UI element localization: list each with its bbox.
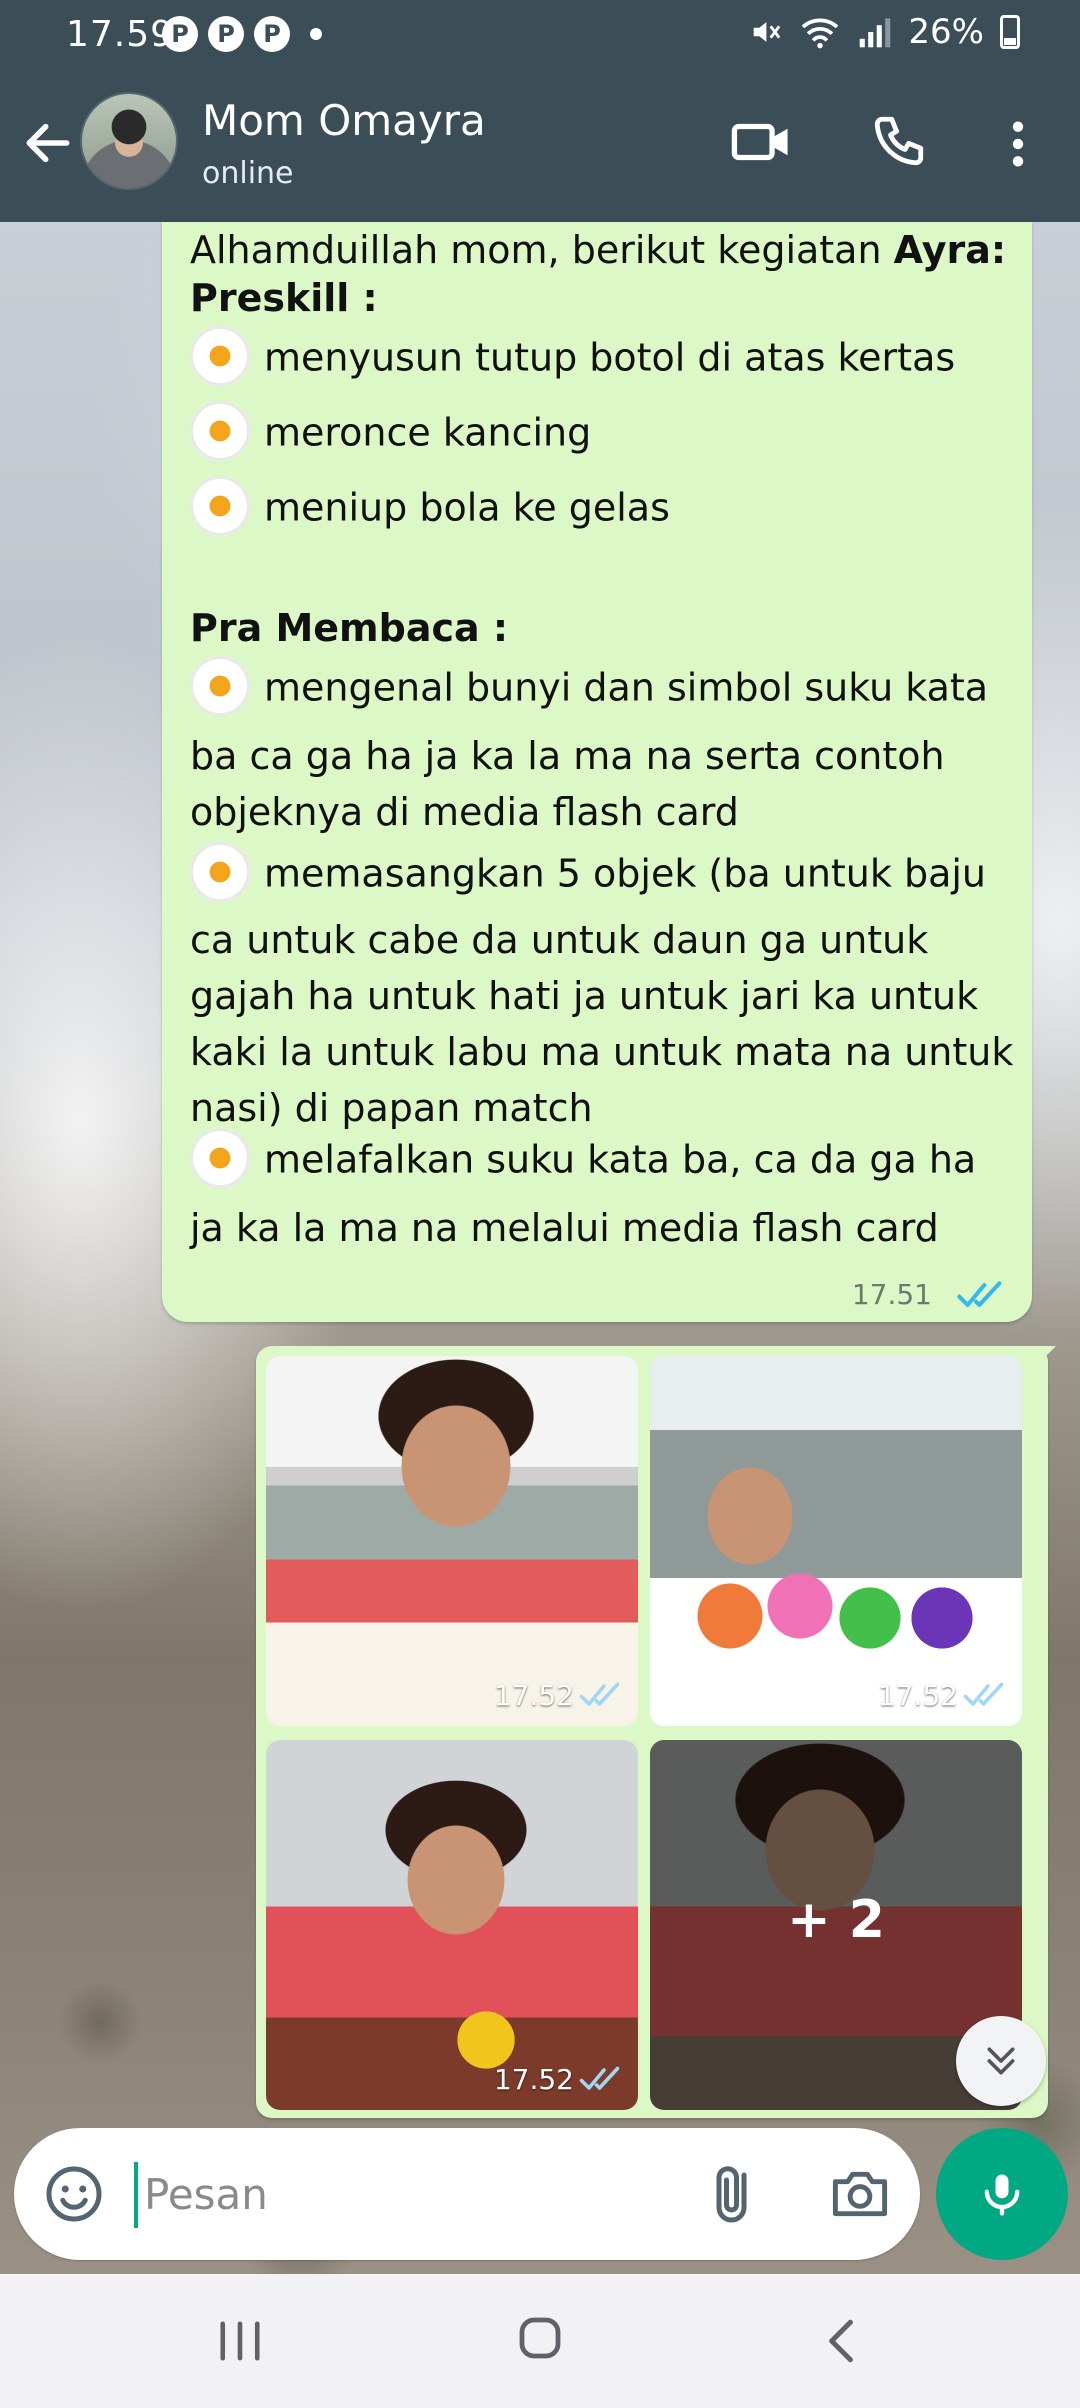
double-check-icon: [957, 1281, 1002, 1307]
message-input[interactable]: [144, 2158, 664, 2230]
message-bubble[interactable]: Alhamduillah mom, berikut kegiatan Ayra:…: [162, 222, 1032, 1322]
flower-icon: [190, 842, 250, 902]
pinterest-icon: P: [208, 16, 244, 52]
back-icon[interactable]: [20, 115, 76, 171]
more-notifications-icon: [310, 28, 322, 40]
list-item-continuation: objeknya di media flash card: [190, 790, 739, 834]
battery-percent: 26%: [908, 12, 984, 52]
photo-time: 17.52: [493, 2063, 574, 2096]
message-line: Alhamduillah mom, berikut kegiatan Ayra:: [190, 228, 1006, 272]
menu-icon[interactable]: [998, 118, 1038, 170]
photo-thumbnail[interactable]: 17.52: [266, 1740, 638, 2110]
message-time: 17.51: [851, 1278, 932, 1311]
list-item-continuation: ca untuk cabe da untuk daun ga untuk: [190, 918, 929, 962]
double-check-icon: [963, 1682, 1004, 1706]
contact-status: online: [202, 156, 294, 191]
signal-icon: [860, 18, 891, 48]
list-item: memasangkan 5 objek (ba untuk baju: [190, 842, 986, 906]
mute-icon: [754, 22, 781, 42]
list-item-continuation: gajah ha untuk hati ja untuk jari ka unt…: [190, 974, 979, 1018]
home-icon[interactable]: [516, 2314, 564, 2362]
voice-record-button[interactable]: [936, 2128, 1068, 2260]
flower-icon: [190, 401, 250, 461]
photo-album-bubble: 17.52 17.52 17.52 + 2: [256, 1346, 1048, 2118]
list-item: mengenal bunyi dan simbol suku kata: [190, 656, 988, 720]
flower-icon: [190, 656, 250, 716]
photo-time: 17.52: [493, 1679, 574, 1712]
status-time: 17.59: [66, 14, 175, 55]
section-heading: Preskill :: [190, 276, 378, 320]
nav-back-icon[interactable]: [820, 2316, 860, 2366]
photo-thumbnail[interactable]: 17.52: [650, 1356, 1022, 1726]
list-item: menyusun tutup botol di atas kertas: [190, 326, 955, 390]
child-name: Ayra:: [893, 228, 1007, 272]
double-check-icon: [579, 2066, 620, 2090]
list-item: melafalkan suku kata ba, ca da ga ha: [190, 1128, 976, 1192]
camera-icon[interactable]: [828, 2164, 892, 2224]
avatar[interactable]: [80, 92, 178, 190]
status-bar: 17.59 P P P 26%: [0, 0, 1080, 72]
section-heading: Pra Membaca :: [190, 606, 509, 650]
flower-icon: [190, 476, 250, 536]
message-composer: [14, 2128, 920, 2260]
list-item-continuation: ba ca ga ha ja ka la ma na serta contoh: [190, 734, 945, 778]
pinterest-icon: P: [162, 16, 198, 52]
list-item-continuation: kaki la untuk labu ma untuk mata na untu…: [190, 1030, 1014, 1074]
pinterest-icon: P: [254, 16, 290, 52]
chat-header: 17.59 P P P 26% Mom Omayra online: [0, 0, 1080, 222]
battery-icon: [1000, 15, 1020, 49]
text-cursor: [134, 2162, 138, 2228]
video-icon[interactable]: [730, 114, 792, 170]
greeting-text: Alhamduillah mom, berikut kegiatan: [190, 228, 882, 272]
contact-name[interactable]: Mom Omayra: [202, 96, 486, 145]
notification-icons: P P P: [162, 16, 322, 52]
system-nav-bar: [0, 2274, 1080, 2408]
flower-icon: [190, 326, 250, 386]
photo-time: 17.52: [877, 1679, 958, 1712]
status-right: 26%: [748, 12, 1020, 52]
double-check-icon: [579, 1682, 620, 1706]
more-photos-count: + 2: [787, 1890, 885, 1950]
scroll-to-bottom-button[interactable]: [956, 2016, 1046, 2106]
photo-thumbnail[interactable]: 17.52: [266, 1356, 638, 1726]
list-item-continuation: ja ka la ma na melalui media flash card: [190, 1206, 939, 1250]
attach-icon[interactable]: [704, 2160, 764, 2230]
chevron-double-down-icon: [987, 2047, 1015, 2075]
list-item-continuation: nasi) di papan match: [190, 1086, 593, 1130]
list-item: meronce kancing: [190, 401, 591, 465]
list-item: meniup bola ke gelas: [190, 476, 670, 540]
emoji-icon[interactable]: [44, 2164, 104, 2224]
wifi-icon: [802, 18, 839, 49]
flower-icon: [190, 1128, 250, 1188]
mic-icon: [984, 2174, 1020, 2216]
call-icon[interactable]: [870, 112, 928, 170]
recent-apps-icon[interactable]: [210, 2318, 270, 2364]
